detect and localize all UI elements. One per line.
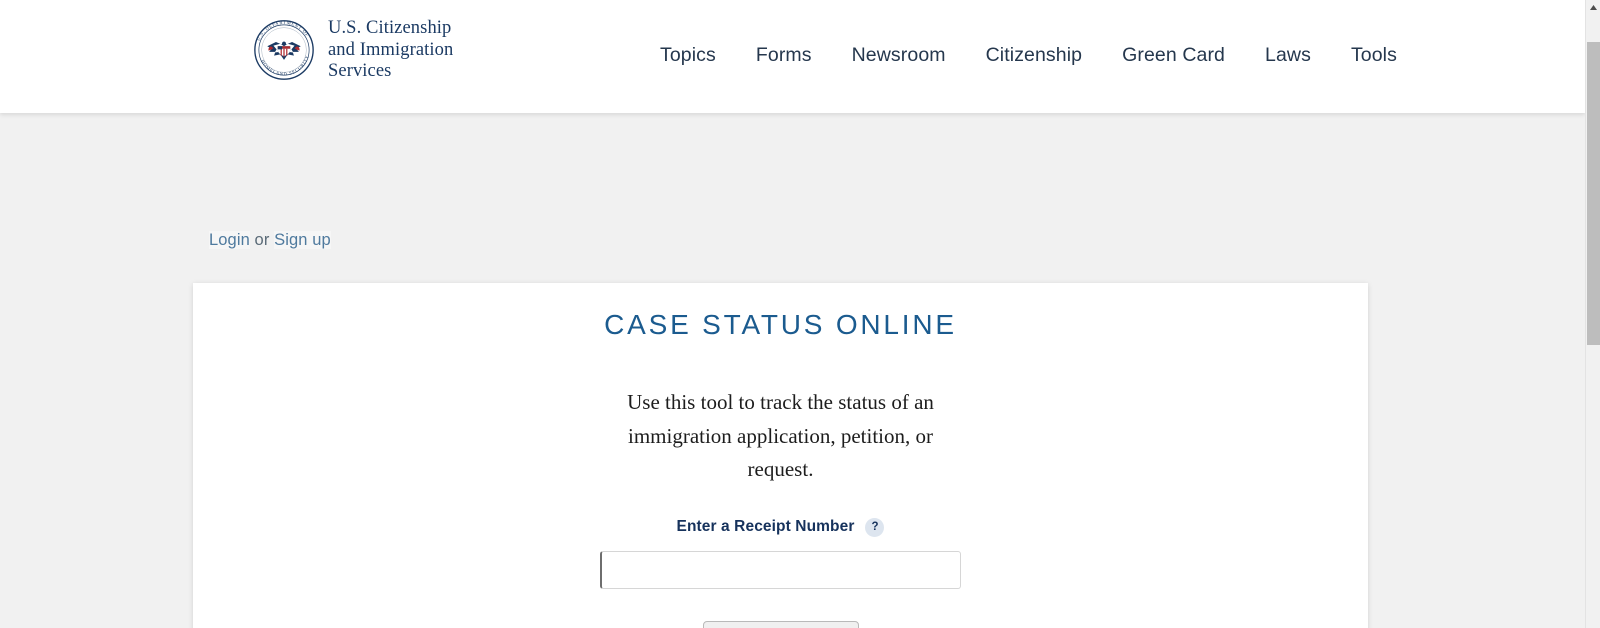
chevron-up-icon: [1589, 4, 1598, 11]
dhs-seal-icon: U.S. DEPARTMENT OF HOMELAND SECURITY: [253, 19, 315, 81]
receipt-number-input[interactable]: [600, 551, 961, 589]
main-content: Login or Sign up CASE STATUS ONLINE Use …: [0, 113, 1585, 628]
submit-wrap: CHECK STATUS: [193, 621, 1368, 628]
receipt-label-row: Enter a Receipt Number ?: [193, 518, 1368, 537]
nav-item-laws[interactable]: Laws: [1245, 40, 1331, 71]
page-title: CASE STATUS ONLINE: [591, 309, 971, 340]
primary-navigation: Topics Forms Newsroom Citizenship Green …: [640, 40, 1417, 71]
receipt-number-label: Enter a Receipt Number: [677, 518, 855, 536]
scrollbar-thumb[interactable]: [1587, 42, 1600, 345]
signup-link[interactable]: Sign up: [274, 231, 331, 249]
uscis-wordmark: U.S. Citizenship and Immigration Service…: [328, 18, 453, 83]
check-status-button[interactable]: CHECK STATUS: [703, 621, 859, 628]
nav-item-topics[interactable]: Topics: [640, 40, 736, 71]
account-strip-separator: or: [250, 231, 274, 249]
uscis-logo-link[interactable]: U.S. DEPARTMENT OF HOMELAND SECURITY: [253, 18, 453, 83]
login-link[interactable]: Login: [209, 231, 250, 249]
browser-viewport: U.S. DEPARTMENT OF HOMELAND SECURITY: [0, 0, 1585, 628]
nav-item-green-card[interactable]: Green Card: [1102, 40, 1245, 71]
question-mark-icon[interactable]: ?: [865, 518, 884, 537]
page-description: Use this tool to track the status of an …: [616, 386, 946, 486]
site-header: U.S. DEPARTMENT OF HOMELAND SECURITY: [0, 0, 1585, 113]
scroll-up-arrow-icon[interactable]: [1586, 0, 1600, 15]
case-status-card: CASE STATUS ONLINE Use this tool to trac…: [193, 283, 1368, 628]
header-inner: U.S. DEPARTMENT OF HOMELAND SECURITY: [0, 0, 1585, 113]
account-strip: Login or Sign up: [209, 231, 331, 250]
nav-item-forms[interactable]: Forms: [736, 40, 832, 71]
nav-item-citizenship[interactable]: Citizenship: [966, 40, 1102, 71]
nav-item-tools[interactable]: Tools: [1331, 40, 1417, 71]
receipt-input-wrap: [193, 551, 1368, 589]
nav-item-newsroom[interactable]: Newsroom: [832, 40, 966, 71]
vertical-scrollbar[interactable]: [1585, 0, 1600, 628]
